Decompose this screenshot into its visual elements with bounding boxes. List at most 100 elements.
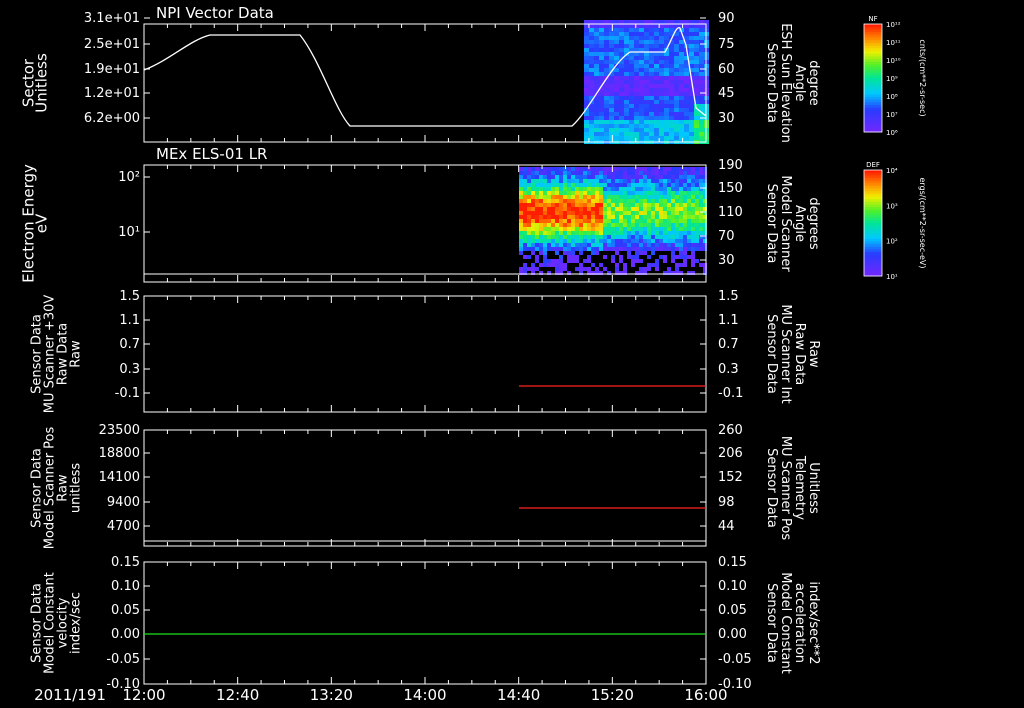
heatmap-cell [609, 108, 614, 112]
heatmap-cell [674, 76, 679, 80]
heatmap-cell [563, 191, 567, 195]
heatmap-cell [643, 247, 647, 251]
heatmap-cell [555, 251, 559, 255]
heatmap-cell [559, 179, 563, 183]
heatmap-cell [643, 251, 647, 255]
right-axis-label: Sensor Data [764, 314, 779, 394]
heatmap-cell [654, 120, 659, 124]
heatmap-cell [583, 239, 587, 243]
heatmap-cell [689, 124, 694, 128]
heatmap-cell [634, 136, 639, 140]
heatmap-cell [631, 227, 635, 231]
heatmap-cell [654, 108, 659, 112]
heatmap-cell [671, 243, 675, 247]
heatmap-cell [589, 128, 594, 132]
heatmap-cell [599, 167, 603, 171]
heatmap-cell [609, 120, 614, 124]
heatmap-cell [624, 136, 629, 140]
heatmap-cell [551, 203, 555, 207]
heatmap-cell [635, 175, 639, 179]
heatmap-cell [699, 52, 704, 56]
heatmap-cell [689, 100, 694, 104]
heatmap-cell [543, 259, 547, 263]
heatmap-cell [639, 24, 644, 28]
heatmap-cell [663, 211, 667, 215]
heatmap-cell [547, 171, 551, 175]
heatmap-cell [639, 219, 643, 223]
heatmap-cell [595, 219, 599, 223]
heatmap-cell [695, 187, 699, 191]
heatmap-cell [649, 32, 654, 36]
right-tick-label: 45 [718, 86, 735, 101]
heatmap-cell [567, 207, 571, 211]
heatmap-cell [694, 84, 699, 88]
heatmap-cell [583, 203, 587, 207]
heatmap-cell [627, 195, 631, 199]
heatmap-cell [659, 235, 663, 239]
heatmap-cell [583, 215, 587, 219]
heatmap-cell [699, 32, 704, 36]
heatmap-cell [651, 207, 655, 211]
heatmap-cell [609, 92, 614, 96]
heatmap-cell [635, 219, 639, 223]
heatmap-cell [687, 179, 691, 183]
heatmap-cell [695, 223, 699, 227]
heatmap-cell [519, 175, 523, 179]
colorbar-nf-tick: 10⁹ [886, 75, 898, 83]
heatmap-cell [664, 136, 669, 140]
heatmap-cell [699, 60, 704, 64]
heatmap-cell [679, 207, 683, 211]
heatmap-cell [679, 255, 683, 259]
heatmap-cell [639, 84, 644, 88]
heatmap-cell [634, 28, 639, 32]
right-axis-label: Model Scanner [778, 175, 793, 272]
heatmap-cell [547, 207, 551, 211]
heatmap-cell [589, 24, 594, 28]
heatmap-cell [531, 211, 535, 215]
heatmap-cell [615, 195, 619, 199]
heatmap-cell [624, 112, 629, 116]
heatmap-cell [599, 60, 604, 64]
heatmap-cell [639, 68, 644, 72]
heatmap-cell [604, 96, 609, 100]
heatmap-cell [674, 100, 679, 104]
heatmap-cell [623, 235, 627, 239]
heatmap-cell [523, 263, 527, 267]
heatmap-cell [603, 215, 607, 219]
heatmap-cell [635, 207, 639, 211]
heatmap-cell [584, 136, 589, 140]
heatmap-cell [563, 239, 567, 243]
heatmap-cell [649, 80, 654, 84]
heatmap-cell [523, 211, 527, 215]
heatmap-cell [614, 32, 619, 36]
heatmap-cell [699, 199, 703, 203]
heatmap-cell [619, 88, 624, 92]
heatmap-cell [567, 175, 571, 179]
heatmap-cell [551, 235, 555, 239]
heatmap-cell [587, 231, 591, 235]
heatmap-cell [571, 207, 575, 211]
heatmap-cell [683, 259, 687, 263]
heatmap-cell [634, 64, 639, 68]
heatmap-cell [595, 199, 599, 203]
heatmap-cell [531, 191, 535, 195]
heatmap-cell [551, 167, 555, 171]
colorbar-def-tick: 10³ [886, 202, 898, 210]
heatmap-cell [575, 215, 579, 219]
heatmap-cell [539, 219, 543, 223]
heatmap-cell [667, 167, 671, 171]
heatmap-cell [695, 183, 699, 187]
heatmap-cell [527, 231, 531, 235]
heatmap-cell [615, 235, 619, 239]
heatmap-cell [689, 132, 694, 136]
heatmap-cell [527, 239, 531, 243]
heatmap-cell [551, 191, 555, 195]
heatmap-cell [619, 239, 623, 243]
heatmap-cell [667, 171, 671, 175]
heatmap-cell [655, 195, 659, 199]
heatmap-cell [587, 191, 591, 195]
colorbar-def-tick: 10¹ [886, 273, 898, 281]
heatmap-cell [551, 175, 555, 179]
heatmap-cell [619, 108, 624, 112]
heatmap-cell [619, 76, 624, 80]
